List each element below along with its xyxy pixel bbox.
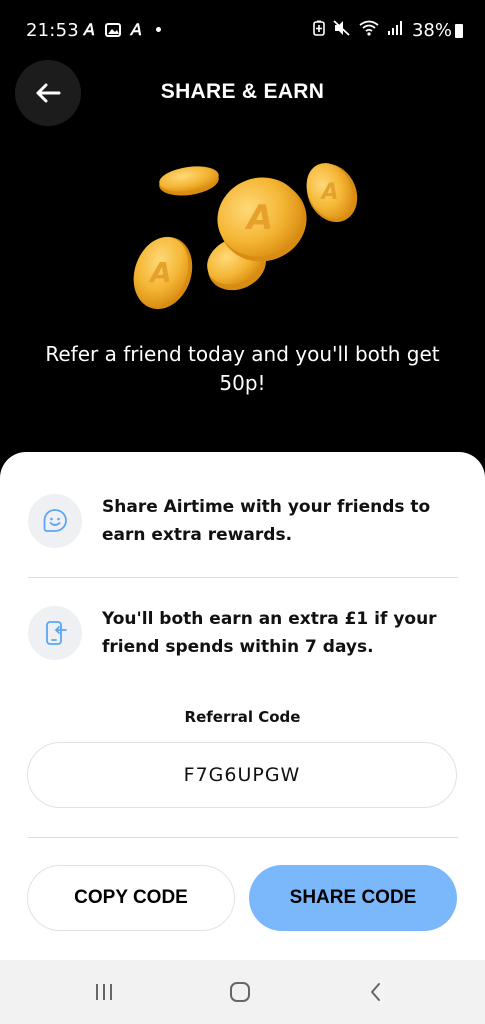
home-icon xyxy=(230,982,250,1002)
info-row-bonus: You'll both earn an extra £1 if your fri… xyxy=(28,605,458,661)
coin: A xyxy=(133,236,193,310)
battery-indicator: 38% xyxy=(412,20,463,41)
smiley-icon xyxy=(43,509,67,532)
smiley-icon-container xyxy=(28,494,82,548)
phone-transfer-icon-container xyxy=(28,606,82,660)
recents-icon xyxy=(96,984,112,1000)
airtime-a-icon: 𝘈 xyxy=(84,20,95,39)
share-code-button[interactable]: SHARE CODE xyxy=(249,865,457,931)
recents-button[interactable] xyxy=(74,974,134,1010)
gold-coins-illustration: A A A xyxy=(133,163,358,310)
copy-code-label: COPY CODE xyxy=(74,887,188,908)
info-row-share: Share Airtime with your friends to earn … xyxy=(28,493,458,549)
system-back-button[interactable] xyxy=(346,974,406,1010)
signal-icon xyxy=(388,21,402,35)
battery-percent: 38% xyxy=(411,20,452,41)
battery-icon xyxy=(455,23,463,38)
phone-transfer-icon xyxy=(46,621,67,645)
info-text: Share Airtime with your friends to earn … xyxy=(102,497,431,545)
back-chevron-icon xyxy=(371,983,380,1001)
referral-offer-text: Refer a friend today and you'll both get… xyxy=(45,342,440,395)
status-bar: 21:53 𝘈 𝘈 38% xyxy=(0,0,485,62)
share-code-label: SHARE CODE xyxy=(289,887,417,908)
svg-text:A: A xyxy=(148,256,172,289)
status-time: 21:53 xyxy=(26,20,79,41)
airtime-a-icon: 𝘈 xyxy=(130,20,142,39)
status-notification-icons: 𝘈 𝘈 xyxy=(84,20,161,39)
svg-text:A: A xyxy=(319,180,338,205)
info-text: You'll both earn an extra £1 if your fri… xyxy=(102,609,437,657)
referral-code-field[interactable]: F7G6UPGW xyxy=(27,742,457,808)
share-earn-screen: 21:53 𝘈 𝘈 38% SHARE & EARN A A A Refer a… xyxy=(0,0,485,1024)
battery-saver-icon xyxy=(313,20,325,36)
referral-code-value: F7G6UPGW xyxy=(183,764,301,786)
mute-icon xyxy=(333,20,350,36)
gallery-icon xyxy=(104,22,121,37)
page-title: SHARE & EARN xyxy=(160,80,325,103)
coin: A xyxy=(306,163,358,223)
wifi-icon xyxy=(359,20,379,36)
copy-code-button[interactable]: COPY CODE xyxy=(27,865,235,931)
divider xyxy=(28,837,458,838)
coin xyxy=(159,166,219,196)
notification-dot xyxy=(155,27,161,32)
divider xyxy=(28,577,458,578)
status-system-icons xyxy=(313,20,403,36)
svg-text:A: A xyxy=(244,198,273,238)
system-nav-bar xyxy=(0,960,485,1024)
referral-code-label: Referral Code xyxy=(184,708,301,726)
home-button[interactable] xyxy=(210,974,270,1010)
